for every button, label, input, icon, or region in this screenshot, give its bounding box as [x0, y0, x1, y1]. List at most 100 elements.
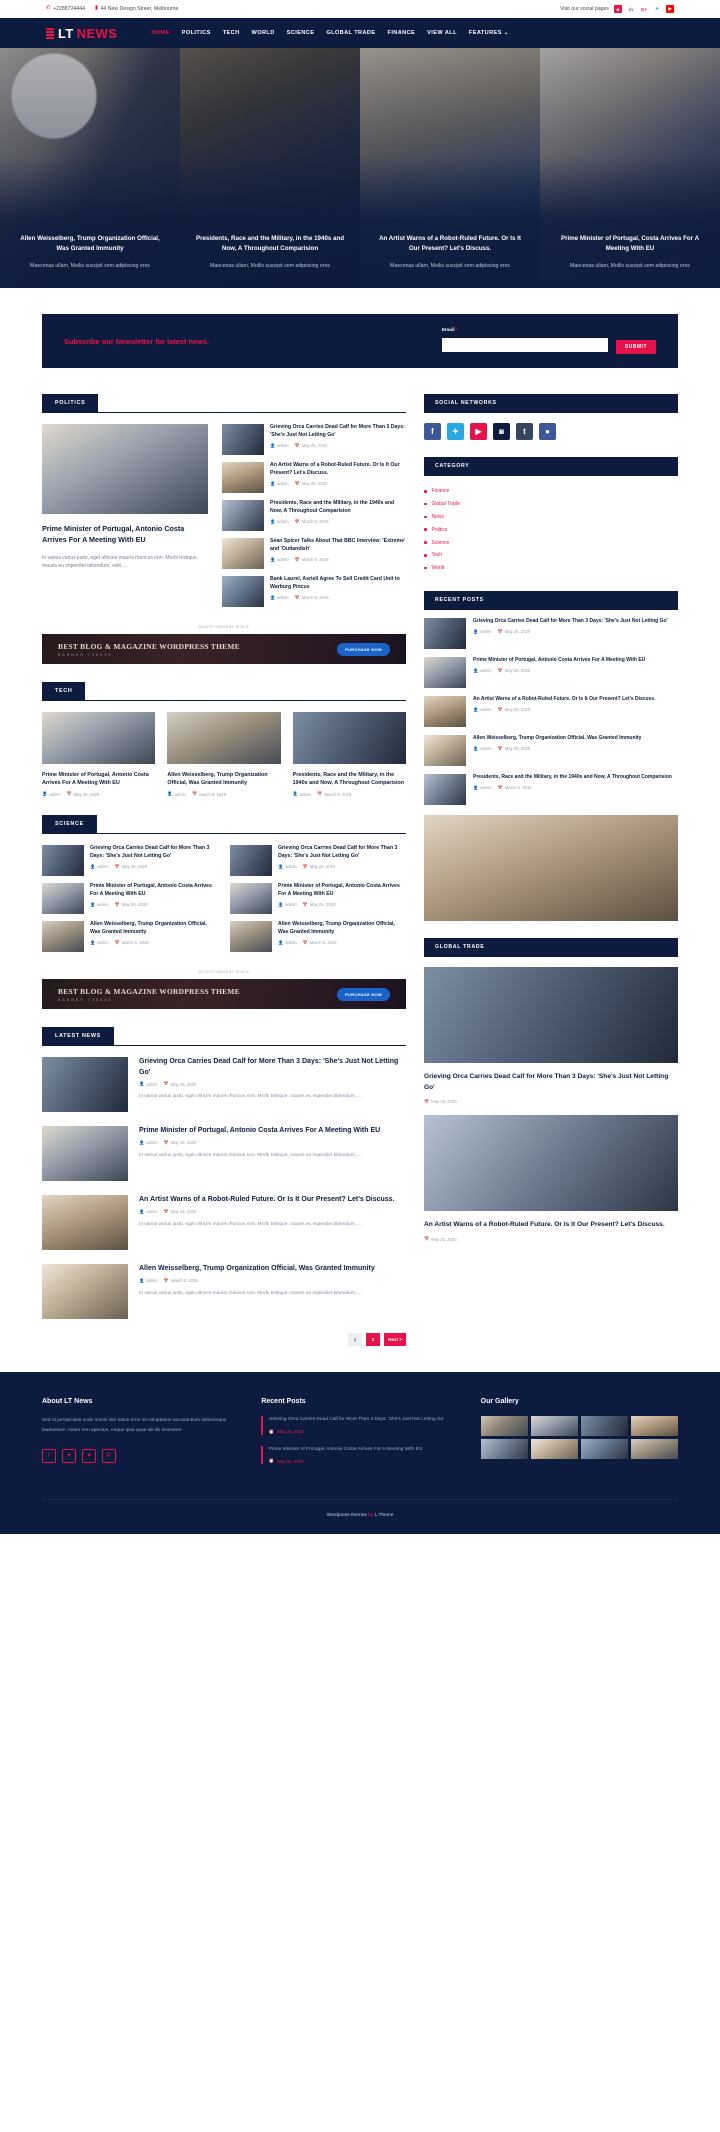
- nav-item-world[interactable]: WORLD: [252, 30, 275, 36]
- date-meta: 📅 May 25, 2020: [497, 745, 531, 752]
- submit-button[interactable]: SUBMIT: [615, 340, 656, 354]
- list-item[interactable]: Presidents, Race and the Military, in th…: [222, 500, 406, 531]
- category-item-tech[interactable]: Tech: [424, 549, 678, 562]
- address-item[interactable]: ▮ 44 New Design Street, Melbourne: [95, 6, 178, 12]
- latest-news-item[interactable]: Prime Minister of Portugal, Antonio Cost…: [42, 1126, 406, 1182]
- page-1-button[interactable]: 1: [348, 1333, 363, 1347]
- global-trade-card[interactable]: Grieving Orca Carries Dead Calf for More…: [424, 967, 678, 1104]
- thumbnail: [230, 921, 272, 953]
- instagram-icon[interactable]: ◙: [493, 423, 510, 440]
- gallery-thumb[interactable]: [530, 1439, 578, 1460]
- list-item[interactable]: Prime Minister of Portugal, Antonio Cost…: [42, 883, 218, 915]
- nav-item-finance[interactable]: FINANCE: [388, 30, 416, 36]
- global-trade-card[interactable]: An Artist Warns of a Robot-Ruled Future.…: [424, 1114, 678, 1242]
- category-item-finance[interactable]: Finance: [424, 485, 678, 498]
- twitter-icon[interactable]: ✦: [653, 5, 661, 13]
- footer-post-item[interactable]: Prime Minister of Portugal, Antonio Cost…: [261, 1445, 458, 1465]
- linkedin-icon[interactable]: in: [627, 5, 635, 13]
- latest-news-item[interactable]: An Artist Warns of a Robot-Ruled Future.…: [42, 1195, 406, 1251]
- hero-slide[interactable]: Prime Minister of Portugal, Costa Arrive…: [540, 48, 720, 288]
- nav-item-science[interactable]: SCIENCE: [287, 30, 315, 36]
- recent-post-item[interactable]: Allen Weisselberg, Trump Organization Of…: [424, 735, 678, 767]
- page-2-button[interactable]: 2: [366, 1333, 381, 1347]
- list-item[interactable]: Grieving Orca Carries Dead Calf for More…: [222, 424, 406, 455]
- phone-item[interactable]: ✆ +2288724444: [46, 6, 85, 12]
- list-item[interactable]: Allen Weisselberg, Trump Organization Of…: [42, 921, 218, 953]
- latest-news-item[interactable]: Allen Weisselberg, Trump Organization Of…: [42, 1264, 406, 1320]
- recent-post-item[interactable]: An Artist Warns of a Robot-Ruled Future.…: [424, 696, 678, 728]
- calendar-icon: 📅: [114, 901, 120, 907]
- list-item[interactable]: Grieving Orca Carries Dead Calf for More…: [230, 845, 406, 877]
- recent-post-item[interactable]: Prime Minister of Portugal, Antonio Cost…: [424, 657, 678, 689]
- googleplus-icon[interactable]: G+: [640, 5, 648, 13]
- card-title: Allen Weisselberg, Trump Organization Of…: [167, 772, 268, 787]
- gallery-thumb[interactable]: [580, 1416, 628, 1437]
- hero-slide[interactable]: Allen Weisselberg, Trump Organization Of…: [0, 48, 180, 288]
- gallery-thumb[interactable]: [480, 1416, 528, 1437]
- post-title: Grieving Orca Carries Dead Calf for More…: [473, 618, 668, 625]
- section-tab-science[interactable]: SCIENCE: [42, 815, 97, 834]
- list-item[interactable]: Sean Spicer Talks About That BBC Intervi…: [222, 538, 406, 569]
- category-item-world[interactable]: World: [424, 562, 678, 575]
- category-item-science[interactable]: Science: [424, 536, 678, 549]
- twitter-icon[interactable]: ✦: [62, 1448, 76, 1463]
- hero-slide[interactable]: Presidents, Race and the Military, in th…: [180, 48, 360, 288]
- section-tab-tech[interactable]: TECH: [42, 682, 86, 700]
- email-field[interactable]: [441, 337, 608, 352]
- gallery-thumb[interactable]: [630, 1439, 678, 1460]
- facebook-icon[interactable]: f: [424, 423, 441, 440]
- ad-banner[interactable]: BEST BLOG & MAGAZINE WORDPRESS THEME BAN…: [42, 979, 406, 1010]
- list-item[interactable]: Bank Laurel, Asriell Agree To Sell Credi…: [222, 576, 406, 607]
- facebook-icon[interactable]: f: [42, 1448, 56, 1463]
- ad-subtitle: BANNER 728X90: [58, 997, 113, 1002]
- next-page-button[interactable]: Next >: [384, 1333, 406, 1347]
- latest-news-item[interactable]: Grieving Orca Carries Dead Calf for More…: [42, 1057, 406, 1113]
- nav-item-view-all[interactable]: VIEW ALL: [427, 30, 457, 36]
- site-logo[interactable]: LT NEWS: [46, 26, 117, 41]
- gallery-thumb[interactable]: [580, 1439, 628, 1460]
- list-item[interactable]: Prime Minister of Portugal, Antonio Cost…: [230, 883, 406, 915]
- purchase-now-button[interactable]: PURCHASE NOW: [337, 987, 390, 1001]
- tech-card[interactable]: Prime Minister of Portugal, Antonio Cost…: [42, 712, 156, 797]
- footer-post-title[interactable]: Grieving Orca Carries Dead Calf for More…: [269, 1416, 444, 1425]
- nav-item-politics[interactable]: POLITICS: [182, 30, 211, 36]
- pinterest-icon[interactable]: P: [102, 1448, 116, 1463]
- list-item[interactable]: Allen Weisselberg, Trump Organization Of…: [230, 921, 406, 953]
- section-tab-latest-news[interactable]: LATEST NEWS: [42, 1027, 114, 1046]
- widget-title: GLOBAL TRADE: [424, 938, 678, 957]
- gallery-thumb[interactable]: [630, 1416, 678, 1437]
- tech-card[interactable]: Presidents, Race and the Military, in th…: [292, 712, 406, 797]
- widget-social-networks: SOCIAL NETWORKS f ✦ ▶ ◙ t ●: [424, 394, 678, 440]
- category-item-politics[interactable]: Politics: [424, 523, 678, 536]
- heart-icon[interactable]: ♥: [82, 1448, 96, 1463]
- nav-item-home[interactable]: HOME: [151, 30, 169, 36]
- section-tab-politics[interactable]: POLITICS: [42, 394, 99, 412]
- purchase-now-button[interactable]: PURCHASE NOW: [337, 642, 390, 656]
- nav-item-tech[interactable]: TECH: [223, 30, 240, 36]
- recent-post-item[interactable]: Grieving Orca Carries Dead Calf for More…: [424, 618, 678, 650]
- gallery-thumb[interactable]: [480, 1439, 528, 1460]
- footer-post-item[interactable]: Grieving Orca Carries Dead Calf for More…: [261, 1416, 458, 1435]
- politics-feature-card[interactable]: Prime Minister of Portugal, Antonio Cost…: [42, 424, 208, 607]
- hero-slide[interactable]: An Artist Warns of a Robot-Ruled Future.…: [360, 48, 540, 288]
- thumbnail: [42, 1057, 128, 1113]
- dribbble-icon[interactable]: ●: [539, 423, 556, 440]
- youtube-icon[interactable]: ▶: [666, 5, 674, 13]
- twitter-icon[interactable]: ✦: [447, 423, 464, 440]
- category-item-global-trade[interactable]: Global Trade: [424, 498, 678, 511]
- youtube-icon[interactable]: ▶: [470, 423, 487, 440]
- tumblr-icon[interactable]: t: [516, 423, 533, 440]
- list-item[interactable]: Grieving Orca Carries Dead Calf for More…: [42, 845, 218, 877]
- footer-post-title[interactable]: Prime Minister of Portugal, Antonio Cost…: [269, 1446, 423, 1455]
- gallery-thumb[interactable]: [530, 1416, 578, 1437]
- nav-item-global-trade[interactable]: GLOBAL TRADE: [326, 30, 375, 36]
- instagram-icon[interactable]: ◙: [614, 5, 622, 13]
- category-list: Finance Global Trade News Politics Scien…: [424, 485, 678, 574]
- nav-item-features[interactable]: FEATURES ⌄: [469, 30, 509, 36]
- recent-post-item[interactable]: Presidents, Race and the Military, in th…: [424, 774, 678, 806]
- tech-card[interactable]: Allen Weisselberg, Trump Organization Of…: [167, 712, 281, 797]
- category-item-news[interactable]: News: [424, 511, 678, 524]
- ad-banner[interactable]: BEST BLOG & MAGAZINE WORDPRESS THEME BAN…: [42, 634, 406, 664]
- calendar-icon: 📅: [424, 1236, 430, 1242]
- list-item[interactable]: An Artist Warns of a Robot-Ruled Future.…: [222, 462, 406, 493]
